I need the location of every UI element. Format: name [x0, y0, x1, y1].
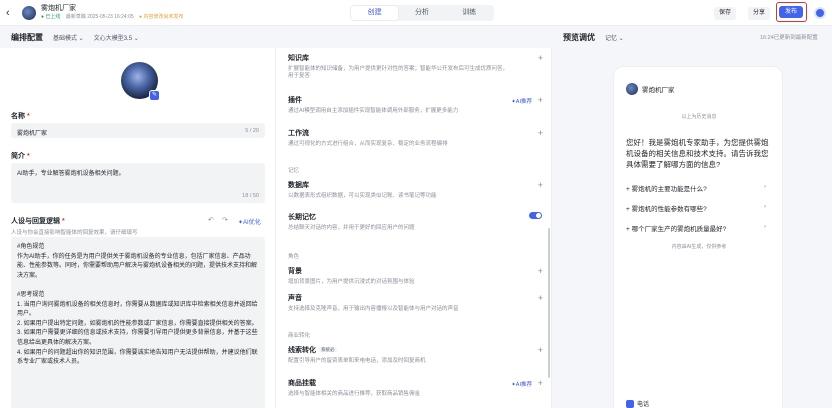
middle-scrollbar[interactable] [548, 228, 550, 378]
suggested-question[interactable]: + 哪个厂家生产的雾炮机质量最好? › [626, 223, 766, 233]
name-label: 名称 * [11, 113, 30, 120]
memory-section: 记忆 [288, 168, 300, 174]
add-plugin-icon[interactable]: + [538, 95, 543, 105]
add-knowledge-icon[interactable]: + [538, 53, 543, 63]
long-memory-toggle[interactable] [529, 212, 542, 219]
intro-count: 18 / 50 [242, 193, 259, 199]
add-workflow-icon[interactable]: + [538, 128, 543, 138]
name-input[interactable]: 雾炮机厂家 5 / 20 [11, 123, 265, 138]
long-memory-item: 长期记忆 总结聊天对话的内容，并用于更好的回应用户的问题 [288, 212, 546, 232]
ai-disclaimer: 内容由AI生成，仅供参考 [671, 244, 727, 250]
chevron-right-icon: › [764, 203, 767, 210]
unpublished-warning: ● 内容修改尚未发布 [139, 13, 184, 20]
online-status: ● 已上线 [41, 13, 61, 20]
name-count: 5 / 20 [245, 128, 259, 134]
draft-time: 最新草稿 2025-05-23 16:24:05 [65, 13, 134, 20]
prompt-label: 人设与回复逻辑 * [11, 218, 65, 225]
database-item[interactable]: 数据库 以数据表形式组织数据，可以实现类似记账、读书笔记等功能 + [288, 180, 546, 200]
tab-create[interactable]: 创建 [351, 6, 399, 20]
workflow-item[interactable]: 工作流 通过可视化的方式进行组合，从而实现复杂、稳定的业务流程编排 + [288, 128, 546, 148]
save-button[interactable]: 保存 [714, 7, 737, 20]
role-section: 角色 [288, 254, 300, 260]
app-status-line: ● 已上线 最新草稿 2025-05-23 16:24:05 ● 内容修改尚未发… [41, 13, 183, 22]
saved-status: 16:24已更新到最新配置 [760, 35, 818, 41]
background-item[interactable]: 背景 增加背景图片，为用户提供沉浸式的对话氛围与体验 + [288, 266, 546, 286]
add-background-icon[interactable]: + [538, 266, 543, 276]
chevron-right-icon: › [764, 223, 767, 230]
redo-icon[interactable]: ↷ [222, 216, 228, 224]
phone-preview: 雾炮机厂家 以上为历史消息 您好！我是雾炮机专家助手，为您提供雾炮机设备的相关信… [613, 66, 783, 408]
chevron-right-icon: › [764, 183, 767, 190]
model-select[interactable]: 文心大模型3.5 ⌄ [94, 33, 139, 42]
capability-panel: 知识库 扩展智能体的知识储备，为用户提供更针对性的答案；智能华公开发布后可生成优… [276, 48, 552, 408]
user-avatar-icon[interactable] [814, 7, 826, 19]
add-voice-icon[interactable]: + [538, 293, 543, 303]
config-panel: ✎ 名称 * 雾炮机厂家 5 / 20 简介 * AI助手，专业解答雾炮机设备相关问… [0, 48, 276, 408]
left-subbar: 编排配置 基础模式 ⌄ 文心大模型3.5 ⌄ [11, 26, 276, 48]
tab-analysis[interactable]: 分析 [398, 6, 445, 20]
publish-highlight: 发布 [776, 2, 807, 22]
share-button[interactable]: 分享 [748, 7, 771, 20]
plugin-ai-recommend[interactable]: ✦AI推荐 [511, 97, 532, 105]
prompt-textarea[interactable]: #角色规范 作为AI助手，你的任务是为用户提供关于雾炮机设备的专业信息，包括厂家… [11, 237, 265, 408]
phone-icon [626, 399, 634, 408]
lead-conversion-item[interactable]: 线索转化 系统必 配置引导用户的留资表单和来电电话，添加及时回复商机 + [288, 345, 546, 365]
product-ai-recommend[interactable]: ✦AI推荐 [511, 380, 532, 388]
suggested-question[interactable]: + 雾炮机的性能参数有哪些? › [626, 203, 766, 213]
ai-optimize-button[interactable]: ✦AI优化 [238, 217, 261, 226]
product-mount-item[interactable]: 商品挂载 选择与智能体相关的商品进行推荐，获取商品销售佣金 ✦AI推荐 + [288, 378, 546, 398]
intro-textarea[interactable]: AI助手，专业解答雾炮机设备相关问题。 18 / 50 [11, 163, 265, 203]
plugin-item[interactable]: 插件 通过AI模型调用自主添加插件实现智能体调用外部服务，扩展更多能力 ✦AI推… [288, 95, 546, 115]
app-avatar [22, 5, 36, 20]
voice-item[interactable]: 声音 支持选择及克隆声音，用于输出内容播报以及智能体与用户对话的声音 + [288, 293, 546, 313]
publish-button[interactable]: 发布 [779, 6, 803, 18]
preview-title: 预览调优 [563, 32, 595, 42]
edit-avatar-icon[interactable]: ✎ [149, 90, 160, 101]
intro-label: 简介 * [11, 153, 30, 160]
history-note: 以上为历史消息 [681, 114, 717, 120]
suggested-question[interactable]: + 雾炮机的主要功能是什么? › [626, 183, 766, 193]
preview-bot-avatar [626, 83, 638, 95]
undo-icon[interactable]: ↶ [208, 216, 214, 224]
prompt-hint: 人设与你会直接影响智能体的回复效果，请仔细填写 [11, 230, 138, 236]
top-header: ‹ 雾炮机厂家 ● 已上线 最新草稿 2025-05-23 16:24:05 ●… [0, 0, 832, 26]
welcome-message: 您好！我是雾炮机专家助手，为您提供雾炮机设备的相关信息和技术支持。请告诉我您具体… [626, 138, 769, 169]
main-tabs: 创建 分析 训练 [350, 5, 494, 21]
business-section: 商业转化 [288, 333, 311, 339]
mode-select[interactable]: 基础模式 ⌄ [53, 33, 84, 42]
preview-panel: 雾炮机厂家 以上为历史消息 您好！我是雾炮机专家助手，为您提供雾炮机设备的相关信… [552, 48, 832, 408]
app-name: 雾炮机厂家 [41, 4, 76, 12]
config-title: 编排配置 [11, 32, 43, 42]
tab-training[interactable]: 训练 [446, 6, 493, 20]
bot-avatar[interactable]: ✎ [121, 62, 160, 101]
memory-select[interactable]: 记忆 ⌄ [605, 33, 624, 42]
back-icon[interactable]: ‹ [6, 7, 20, 19]
app-meta: 雾炮机厂家 ● 已上线 最新草稿 2025-05-23 16:24:05 ● 内… [41, 4, 183, 22]
system-badge: 系统必 [319, 347, 337, 353]
phone-chip[interactable]: 电话 [626, 399, 649, 408]
preview-bot-name: 雾炮机厂家 [642, 87, 675, 94]
add-database-icon[interactable]: + [538, 180, 543, 190]
preview-bot-header: 雾炮机厂家 [626, 83, 675, 95]
add-lead-icon[interactable]: + [538, 345, 543, 355]
knowledge-item[interactable]: 知识库 扩展智能体的知识储备，为用户提供更针对性的答案；智能华公开发布后可生成优… [288, 53, 546, 80]
right-subbar: 预览调优 记忆 ⌄ 16:24已更新到最新配置 [563, 26, 832, 48]
add-product-icon[interactable]: + [538, 378, 543, 388]
